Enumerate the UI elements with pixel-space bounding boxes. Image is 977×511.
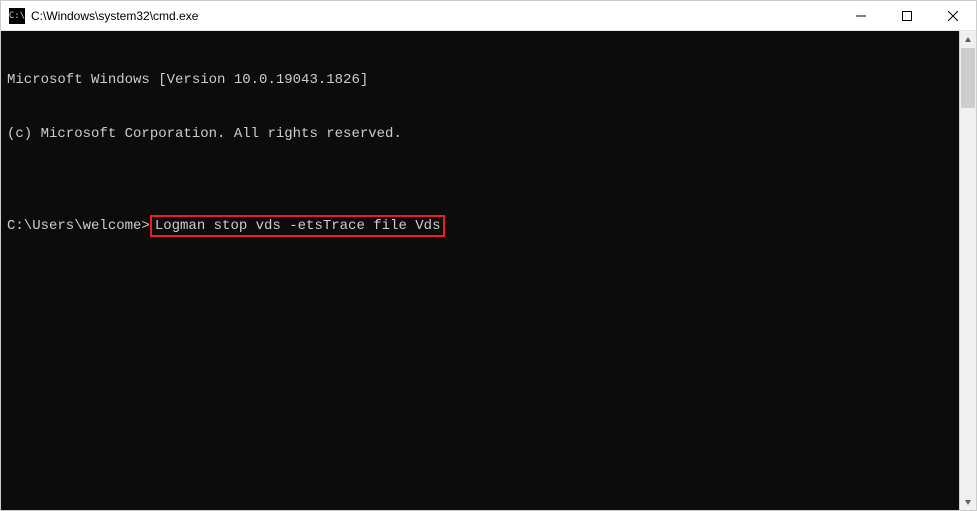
scrollbar-down-arrow-icon[interactable] bbox=[960, 493, 976, 510]
vertical-scrollbar[interactable] bbox=[959, 31, 976, 510]
console-wrapper: Microsoft Windows [Version 10.0.19043.18… bbox=[1, 31, 976, 510]
minimize-button[interactable] bbox=[838, 1, 884, 31]
scrollbar-thumb[interactable] bbox=[961, 48, 975, 108]
console-prompt: C:\Users\welcome> bbox=[7, 217, 150, 235]
window-titlebar[interactable]: C:\ C:\Windows\system32\cmd.exe bbox=[1, 1, 976, 31]
window-title: C:\Windows\system32\cmd.exe bbox=[31, 9, 838, 23]
console-command-highlighted: Logman stop vds -etsTrace file Vds bbox=[150, 215, 446, 237]
cmd-icon-label: C:\ bbox=[9, 11, 25, 21]
console-line-version: Microsoft Windows [Version 10.0.19043.18… bbox=[7, 71, 953, 89]
close-button[interactable] bbox=[930, 1, 976, 31]
scrollbar-up-arrow-icon[interactable] bbox=[960, 31, 976, 48]
cmd-icon: C:\ bbox=[9, 8, 25, 24]
minimize-icon bbox=[856, 11, 866, 21]
window-controls bbox=[838, 1, 976, 30]
console-output[interactable]: Microsoft Windows [Version 10.0.19043.18… bbox=[1, 31, 959, 510]
console-prompt-line: C:\Users\welcome>Logman stop vds -etsTra… bbox=[7, 215, 953, 237]
command-prompt-window: C:\ C:\Windows\system32\cmd.exe Microsof… bbox=[0, 0, 977, 511]
maximize-button[interactable] bbox=[884, 1, 930, 31]
close-icon bbox=[948, 11, 958, 21]
console-line-copyright: (c) Microsoft Corporation. All rights re… bbox=[7, 125, 953, 143]
maximize-icon bbox=[902, 11, 912, 21]
